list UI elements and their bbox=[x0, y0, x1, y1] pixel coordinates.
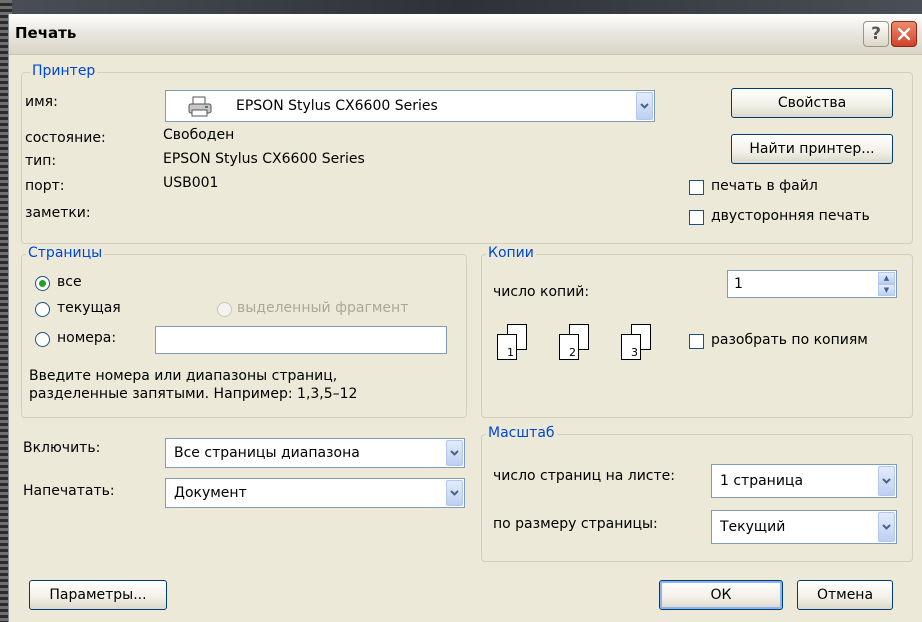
properties-button[interactable]: Свойства bbox=[731, 88, 893, 118]
collate-page-2: 2 bbox=[559, 334, 579, 360]
print-dialog: Печать ? Принтер имя: EPSON Stylus CX660… bbox=[8, 14, 922, 622]
cancel-button[interactable]: Отмена bbox=[797, 580, 893, 610]
printer-icon bbox=[188, 96, 212, 117]
port-label: порт: bbox=[25, 178, 65, 194]
scale-label: по размеру страницы: bbox=[493, 516, 658, 532]
title-bar[interactable]: Печать ? bbox=[9, 14, 922, 55]
chevron-down-icon bbox=[882, 524, 891, 530]
port-value: USB001 bbox=[163, 175, 219, 191]
print-what-value: Документ bbox=[174, 485, 247, 501]
status-value: Свободен bbox=[163, 127, 235, 143]
pages-per-sheet-select[interactable]: 1 страница bbox=[711, 464, 897, 498]
printer-name-label: имя: bbox=[25, 94, 58, 110]
pages-hint-line2: разделенные запятыми. Например: 1,3,5–12 bbox=[29, 386, 358, 402]
collate-checkbox[interactable] bbox=[689, 334, 704, 349]
close-icon bbox=[897, 27, 911, 41]
pages-per-sheet-value: 1 страница bbox=[720, 473, 804, 489]
duplex-checkbox[interactable] bbox=[689, 210, 704, 225]
zoom-group-legend: Масштаб bbox=[486, 425, 557, 441]
copies-spinner[interactable]: ▲ ▼ bbox=[878, 272, 895, 296]
print-to-file-label[interactable]: печать в файл bbox=[711, 178, 818, 194]
include-value: Все страницы диапазона bbox=[174, 445, 360, 461]
collate-label[interactable]: разобрать по копиям bbox=[711, 332, 868, 348]
help-button[interactable]: ? bbox=[863, 21, 889, 47]
pages-all-radio[interactable] bbox=[35, 276, 50, 291]
pages-numbers-label[interactable]: номера: bbox=[57, 330, 116, 346]
close-button[interactable] bbox=[891, 21, 917, 47]
collate-page-3: 3 bbox=[621, 334, 641, 360]
pages-all-label[interactable]: все bbox=[57, 274, 82, 290]
type-label: тип: bbox=[25, 153, 57, 169]
scale-value: Текущий bbox=[720, 519, 786, 535]
scale-dropdown-arrow[interactable] bbox=[878, 512, 895, 542]
chevron-down-icon bbox=[450, 450, 459, 456]
include-dropdown-arrow[interactable] bbox=[446, 440, 463, 466]
pages-per-sheet-label: число страниц на листе: bbox=[493, 468, 675, 484]
dialog-title: Печать bbox=[15, 24, 77, 42]
print-what-select[interactable]: Документ bbox=[165, 478, 465, 508]
options-button[interactable]: Параметры... bbox=[29, 580, 167, 610]
duplex-label[interactable]: двусторонняя печать bbox=[711, 208, 870, 224]
find-printer-button[interactable]: Найти принтер... bbox=[731, 134, 893, 164]
chevron-down-icon bbox=[450, 490, 459, 496]
collate-page-1: 1 bbox=[497, 334, 517, 360]
spin-up-icon[interactable]: ▲ bbox=[878, 272, 895, 284]
pages-hint-line1: Введите номера или диапазоны страниц, bbox=[29, 368, 338, 384]
copies-count-label: число копий: bbox=[493, 284, 590, 300]
copies-count-value: 1 bbox=[734, 276, 743, 292]
chevron-down-icon bbox=[640, 103, 649, 109]
print-what-label: Напечатать: bbox=[23, 483, 115, 499]
chevron-down-icon bbox=[882, 478, 891, 484]
spin-down-icon[interactable]: ▼ bbox=[878, 284, 895, 296]
pages-selection-label: выделенный фрагмент bbox=[237, 300, 409, 316]
help-icon: ? bbox=[871, 24, 881, 44]
copies-count-input[interactable]: 1 ▲ ▼ bbox=[727, 270, 897, 298]
pages-selection-radio bbox=[217, 302, 232, 317]
desktop-background-top bbox=[0, 0, 922, 14]
ok-button[interactable]: ОК bbox=[659, 580, 783, 610]
printer-name-value: EPSON Stylus CX6600 Series bbox=[236, 98, 438, 114]
status-label: состояние: bbox=[25, 130, 106, 146]
print-to-file-checkbox[interactable] bbox=[689, 180, 704, 195]
print-what-dropdown-arrow[interactable] bbox=[446, 480, 463, 506]
pages-per-sheet-dropdown-arrow[interactable] bbox=[878, 466, 895, 496]
notes-label: заметки: bbox=[25, 205, 91, 221]
type-value: EPSON Stylus CX6600 Series bbox=[163, 151, 365, 167]
pages-group-legend: Страницы bbox=[26, 245, 105, 261]
scale-select[interactable]: Текущий bbox=[711, 510, 897, 544]
pages-current-label[interactable]: текущая bbox=[57, 300, 121, 316]
pages-current-radio[interactable] bbox=[35, 302, 50, 317]
printer-name-select[interactable]: EPSON Stylus CX6600 Series bbox=[165, 90, 655, 122]
printer-dropdown-arrow[interactable] bbox=[636, 92, 653, 120]
copies-group-legend: Копии bbox=[486, 245, 536, 261]
include-select[interactable]: Все страницы диапазона bbox=[165, 438, 465, 468]
printer-group-legend: Принтер bbox=[30, 63, 98, 79]
page-numbers-input[interactable] bbox=[155, 326, 447, 354]
pages-numbers-radio[interactable] bbox=[35, 332, 50, 347]
include-label: Включить: bbox=[23, 440, 101, 456]
